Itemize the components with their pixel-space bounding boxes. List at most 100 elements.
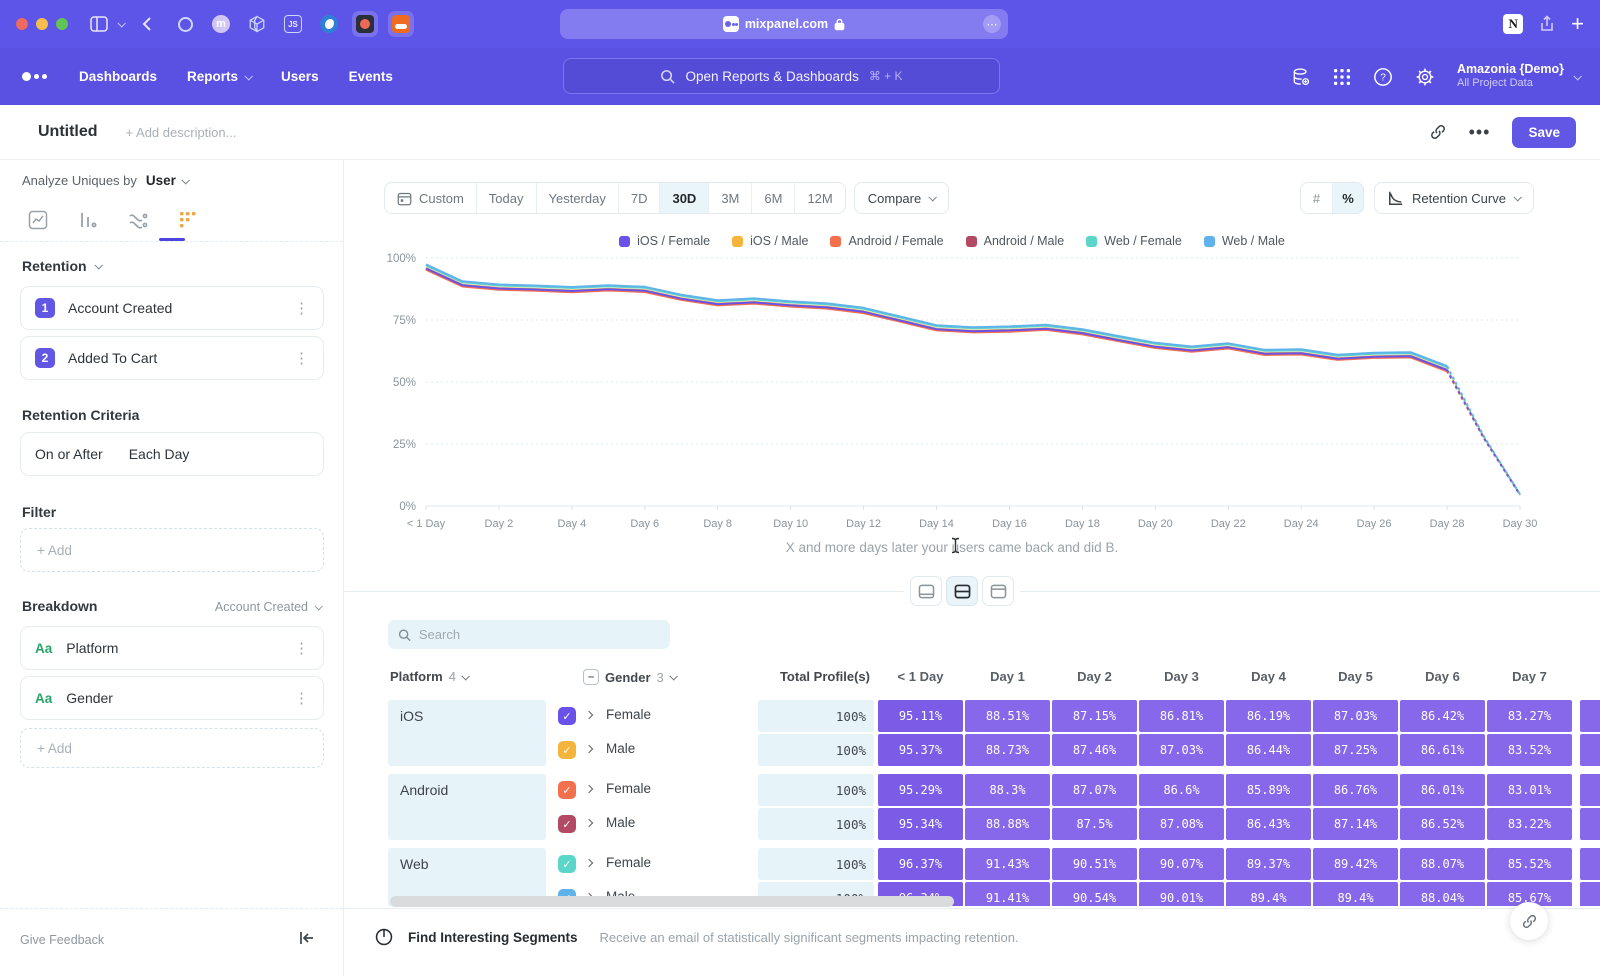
retention-value-cell[interactable]: 88.51% [965, 700, 1050, 732]
tab-insights[interactable] [26, 208, 50, 232]
retention-value-cell[interactable]: 83.27% [1487, 700, 1572, 732]
tab-flows[interactable] [126, 208, 150, 232]
retention-value-cell[interactable]: 88.04% [1400, 882, 1485, 906]
tab-retention[interactable] [176, 208, 200, 232]
row-checkbox[interactable]: ✓ [558, 781, 576, 799]
range-button-yesterday[interactable]: Yesterday [536, 183, 618, 213]
retention-value-cell[interactable]: 86.81% [1139, 700, 1224, 732]
layout-table-only-button[interactable] [982, 576, 1014, 606]
minimize-window-button[interactable] [36, 18, 48, 30]
nav-item-dashboards[interactable]: Dashboards [79, 69, 157, 84]
retention-section-header[interactable]: Retention [22, 258, 101, 274]
segments-title[interactable]: Find Interesting Segments [408, 930, 578, 945]
row-checkbox[interactable]: ✓ [558, 815, 576, 833]
nav-item-reports[interactable]: Reports [187, 69, 251, 84]
analyze-value-select[interactable]: User [146, 173, 176, 188]
retention-value-cell[interactable]: 96.37% [878, 848, 963, 880]
project-switcher[interactable]: Amazonia {Demo} All Project Data [1457, 62, 1580, 91]
day-column-header[interactable]: < 1 Day [878, 669, 963, 684]
retention-value-cell[interactable]: 86.01% [1400, 774, 1485, 806]
apps-grid-icon[interactable] [1333, 68, 1351, 86]
gender-column-header[interactable]: – Gender3 [583, 669, 676, 685]
retention-value-cell[interactable]: 90.51% [1052, 848, 1137, 880]
extension-ring-icon[interactable] [172, 11, 198, 37]
data-management-icon[interactable] [1291, 67, 1311, 87]
retention-value-cell[interactable]: 87.15% [1052, 700, 1137, 732]
retention-step-2[interactable]: 2Added To Cart⋮ [20, 336, 324, 380]
help-icon[interactable]: ? [1373, 67, 1393, 87]
collapse-sidebar-icon[interactable] [299, 931, 315, 949]
select-all-checkbox[interactable]: – [583, 669, 599, 685]
range-button-custom[interactable]: Custom [385, 183, 476, 213]
layout-chart-only-button[interactable] [910, 576, 942, 606]
retention-value-cell[interactable]: 86.44% [1226, 734, 1311, 766]
retention-value-cell[interactable]: 87.14% [1313, 808, 1398, 840]
range-button-3m[interactable]: 3M [708, 183, 751, 213]
retention-value-cell[interactable]: 89.4% [1313, 882, 1398, 906]
row-checkbox[interactable]: ✓ [558, 855, 576, 873]
retention-value-cell[interactable]: 87.03% [1139, 734, 1224, 766]
retention-value-cell[interactable]: 86.6% [1139, 774, 1224, 806]
range-button-30d[interactable]: 30D [659, 183, 708, 213]
toolbar-chevron-down-icon[interactable] [117, 19, 125, 27]
retention-value-cell[interactable]: 86.19% [1226, 700, 1311, 732]
criteria-on-or-after[interactable]: On or After [35, 446, 103, 462]
report-title[interactable]: Untitled [38, 123, 98, 141]
day-column-header[interactable]: Day 3 [1139, 669, 1224, 684]
new-tab-icon[interactable]: + [1571, 13, 1584, 35]
retention-step-1[interactable]: 1Account Created⋮ [20, 286, 324, 330]
retention-value-cell[interactable]: 90.01% [1139, 882, 1224, 906]
table-search[interactable] [388, 620, 670, 649]
retention-value-cell[interactable]: 89.4% [1226, 882, 1311, 906]
address-more-icon[interactable]: ⋯ [983, 15, 1001, 33]
day-column-header[interactable]: Day 5 [1313, 669, 1398, 684]
save-button[interactable]: Save [1512, 117, 1576, 148]
row-checkbox[interactable]: ✓ [558, 707, 576, 725]
retention-value-cell[interactable]: 95.34% [878, 808, 963, 840]
close-window-button[interactable] [16, 18, 28, 30]
retention-value-cell[interactable]: 95.11% [878, 700, 963, 732]
legend-item[interactable]: Android / Female [830, 234, 943, 248]
row-expand-icon[interactable] [585, 785, 593, 793]
retention-value-cell[interactable]: 95.29% [878, 774, 963, 806]
add-description[interactable]: + Add description... [126, 125, 237, 140]
retention-value-cell[interactable]: 88.3% [965, 774, 1050, 806]
total-profiles-column-header[interactable]: Total Profile(s) [758, 669, 870, 684]
day-column-header[interactable]: Day 7 [1487, 669, 1572, 684]
retention-value-cell[interactable]: 87.5% [1052, 808, 1137, 840]
retention-value-cell[interactable]: 83.01% [1487, 774, 1572, 806]
copy-link-icon[interactable] [1429, 123, 1447, 141]
retention-value-cell[interactable]: 89.42% [1313, 848, 1398, 880]
layout-split-button[interactable] [946, 576, 978, 606]
retention-value-cell[interactable]: 83.52% [1487, 734, 1572, 766]
extension-letterboxd-icon[interactable] [352, 11, 378, 37]
back-button[interactable] [134, 11, 160, 37]
row-expand-icon[interactable] [585, 711, 593, 719]
step-options-icon[interactable]: ⋮ [294, 349, 309, 367]
legend-item[interactable]: Web / Female [1086, 234, 1182, 248]
legend-item[interactable]: Android / Male [966, 234, 1065, 248]
notion-app-icon[interactable]: N [1503, 14, 1523, 34]
extension-js-icon[interactable]: JS [280, 11, 306, 37]
retention-value-cell[interactable]: 88.88% [965, 808, 1050, 840]
step-options-icon[interactable]: ⋮ [294, 299, 309, 317]
legend-item[interactable]: iOS / Male [732, 234, 808, 248]
criteria-each-day[interactable]: Each Day [129, 446, 190, 462]
nav-item-users[interactable]: Users [281, 69, 319, 84]
give-feedback-link[interactable]: Give Feedback [20, 933, 104, 947]
retention-value-cell[interactable]: 86.76% [1313, 774, 1398, 806]
extension-avatar-icon[interactable]: m [208, 11, 234, 37]
range-button-today[interactable]: Today [476, 183, 536, 213]
retention-value-cell[interactable]: 91.43% [965, 848, 1050, 880]
zoom-window-button[interactable] [56, 18, 68, 30]
extension-cube-icon[interactable] [244, 11, 270, 37]
extension-bird-icon[interactable] [316, 11, 342, 37]
day-column-header[interactable]: Day 1 [965, 669, 1050, 684]
breakdown-add-button[interactable]: + Add [20, 728, 324, 768]
breakdown-options-icon[interactable]: ⋮ [294, 639, 309, 657]
range-button-6m[interactable]: 6M [751, 183, 794, 213]
chart-type-select[interactable]: Retention Curve [1374, 182, 1534, 214]
retention-criteria-card[interactable]: On or After Each Day [20, 432, 324, 476]
retention-value-cell[interactable]: 95.37% [878, 734, 963, 766]
retention-value-cell[interactable]: 91.41% [965, 882, 1050, 906]
